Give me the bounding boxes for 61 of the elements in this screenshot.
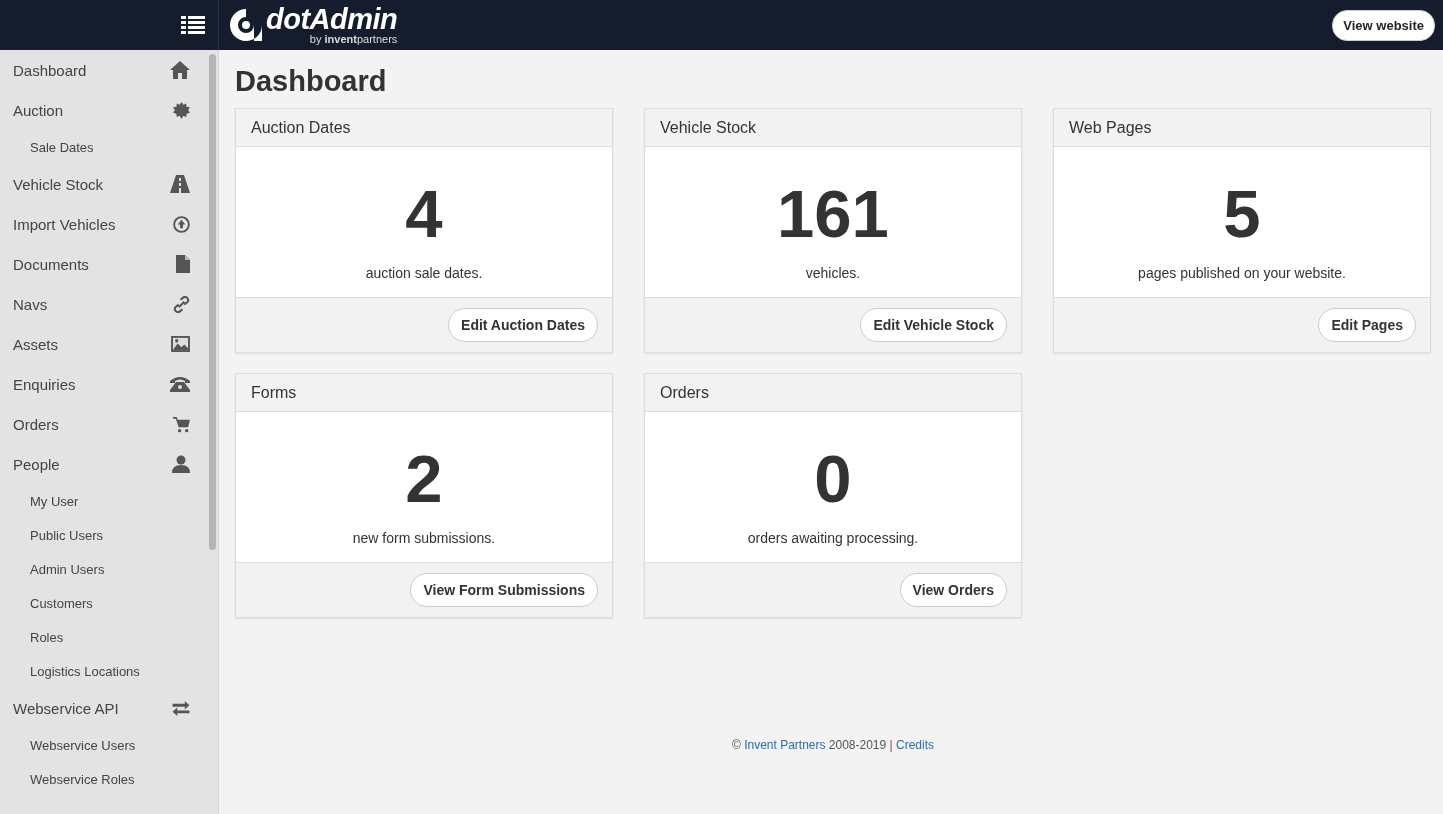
sidebar-item[interactable]: Documents [0,244,206,284]
road-icon [170,175,190,193]
credits-link[interactable]: Credits [896,738,935,752]
logo-icon [229,8,263,42]
card-action-button[interactable]: View Form Submissions [410,573,598,607]
sidebar-item[interactable]: Vehicle Stock [0,164,206,204]
sidebar-subitem[interactable]: Webservice Roles [0,762,206,796]
sidebar-item[interactable]: Enquiries [0,364,206,404]
count-caption: orders awaiting processing. [747,530,919,546]
badge-icon [173,101,190,119]
card-title: Auction Dates [236,109,612,147]
logo-tagline: by inventpartners [309,33,398,45]
count-caption: auction sale dates. [365,265,483,281]
image-icon [171,336,190,352]
count-number: 4 [405,177,443,251]
card-title: Orders [645,374,1021,412]
count-number: 2 [405,442,443,516]
count-caption: vehicles. [805,265,861,281]
sidebar-subitem[interactable]: Public Users [0,518,206,552]
sidebar-item[interactable]: Navs [0,284,206,324]
sidebar-subitem[interactable]: Admin Users [0,552,206,586]
sidebar-item[interactable]: Import Vehicles [0,204,206,244]
count-number: 0 [814,442,852,516]
sidebar-item[interactable]: Webservice API [0,688,206,728]
sidebar-item[interactable]: Dashboard [0,50,206,90]
link-icon [173,295,190,313]
card-action-button[interactable]: Edit Vehicle Stock [860,308,1007,342]
sidebar-subitem[interactable]: Sale Dates [0,130,206,164]
home-icon [170,61,190,79]
file-icon [176,255,190,273]
sidebar-subitem[interactable]: Webservice Users [0,728,206,762]
footer-text: © Invent Partners 2008-2019 | Credits [730,738,936,752]
count-caption: pages published on your website. [1138,265,1346,281]
sidebar-item[interactable]: Orders [0,404,206,444]
count-caption: new form submissions. [352,530,496,546]
cart-icon [173,415,190,433]
sidebar-subitem[interactable]: Logistics Locations [0,654,206,688]
sidebar-item[interactable]: Auction [0,90,206,130]
page-title: Dashboard [235,65,388,98]
phone-icon [170,376,190,392]
card-action-button[interactable]: Edit Auction Dates [448,308,598,342]
count-number: 5 [1223,177,1261,251]
menu-icon[interactable] [181,15,205,35]
count-number: 161 [777,177,889,251]
sidebar-item[interactable]: Assets [0,324,206,364]
user-icon [172,455,190,473]
logo-name: dotAdmin [266,5,398,33]
view-website-button[interactable]: View website [1332,9,1435,41]
scrollbar-thumb[interactable] [208,54,216,550]
sidebar-subitem[interactable]: Customers [0,586,206,620]
card-action-button[interactable]: Edit Pages [1318,308,1416,342]
card-title: Vehicle Stock [645,109,1021,147]
upload-icon [173,215,190,233]
sidebar-subitem[interactable]: My User [0,484,206,518]
company-link[interactable]: Invent Partners [744,738,826,752]
transfer-icon [172,700,190,716]
card-title: Forms [236,374,612,412]
sidebar-item[interactable]: People [0,444,206,484]
sidebar-subitem[interactable]: Roles [0,620,206,654]
card-title: Web Pages [1054,109,1430,147]
card-action-button[interactable]: View Orders [899,573,1007,607]
